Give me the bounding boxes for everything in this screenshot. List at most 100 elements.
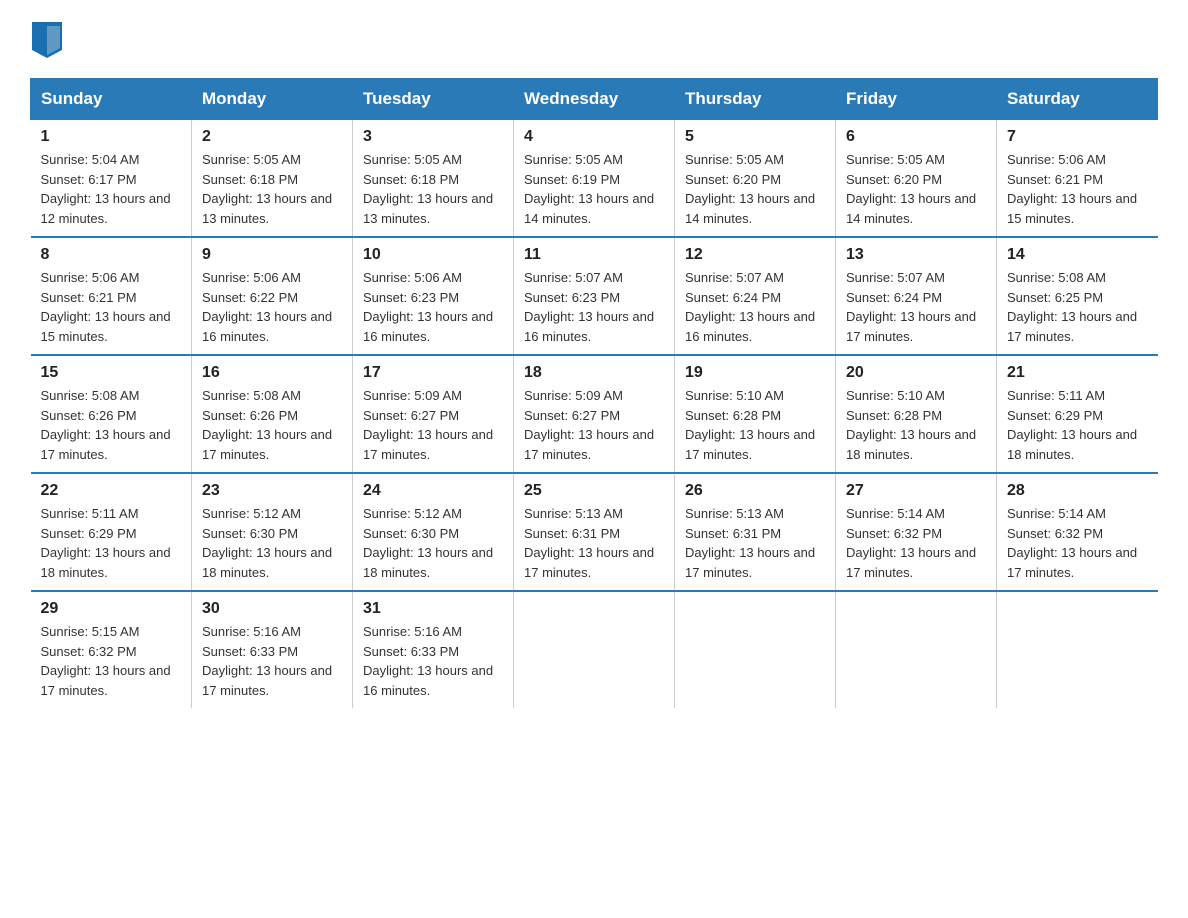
day-cell: 19 Sunrise: 5:10 AMSunset: 6:28 PMDaylig… [675, 355, 836, 473]
day-number: 6 [846, 128, 986, 146]
header-cell-monday: Monday [192, 79, 353, 120]
day-cell [514, 591, 675, 708]
header-cell-friday: Friday [836, 79, 997, 120]
day-cell: 7 Sunrise: 5:06 AMSunset: 6:21 PMDayligh… [997, 120, 1158, 238]
day-number: 15 [41, 364, 182, 382]
day-cell: 12 Sunrise: 5:07 AMSunset: 6:24 PMDaylig… [675, 237, 836, 355]
day-cell: 13 Sunrise: 5:07 AMSunset: 6:24 PMDaylig… [836, 237, 997, 355]
logo-text [30, 20, 62, 58]
page-header [30, 20, 1158, 58]
day-number: 29 [41, 600, 182, 618]
day-number: 3 [363, 128, 503, 146]
day-info: Sunrise: 5:09 AMSunset: 6:27 PMDaylight:… [524, 388, 654, 462]
logo [30, 20, 62, 58]
day-number: 17 [363, 364, 503, 382]
day-info: Sunrise: 5:14 AMSunset: 6:32 PMDaylight:… [1007, 506, 1137, 580]
day-number: 12 [685, 246, 825, 264]
day-number: 2 [202, 128, 342, 146]
day-info: Sunrise: 5:05 AMSunset: 6:18 PMDaylight:… [202, 152, 332, 226]
day-info: Sunrise: 5:10 AMSunset: 6:28 PMDaylight:… [846, 388, 976, 462]
day-number: 30 [202, 600, 342, 618]
day-number: 16 [202, 364, 342, 382]
header-cell-saturday: Saturday [997, 79, 1158, 120]
day-info: Sunrise: 5:13 AMSunset: 6:31 PMDaylight:… [524, 506, 654, 580]
day-info: Sunrise: 5:05 AMSunset: 6:20 PMDaylight:… [685, 152, 815, 226]
header-row: SundayMondayTuesdayWednesdayThursdayFrid… [31, 79, 1158, 120]
day-cell: 11 Sunrise: 5:07 AMSunset: 6:23 PMDaylig… [514, 237, 675, 355]
day-info: Sunrise: 5:08 AMSunset: 6:26 PMDaylight:… [41, 388, 171, 462]
day-number: 22 [41, 482, 182, 500]
day-cell: 20 Sunrise: 5:10 AMSunset: 6:28 PMDaylig… [836, 355, 997, 473]
logo-icon [32, 22, 62, 58]
day-cell: 10 Sunrise: 5:06 AMSunset: 6:23 PMDaylig… [353, 237, 514, 355]
day-info: Sunrise: 5:06 AMSunset: 6:21 PMDaylight:… [41, 270, 171, 344]
day-cell: 3 Sunrise: 5:05 AMSunset: 6:18 PMDayligh… [353, 120, 514, 238]
day-info: Sunrise: 5:15 AMSunset: 6:32 PMDaylight:… [41, 624, 171, 698]
week-row-4: 22 Sunrise: 5:11 AMSunset: 6:29 PMDaylig… [31, 473, 1158, 591]
day-info: Sunrise: 5:10 AMSunset: 6:28 PMDaylight:… [685, 388, 815, 462]
day-cell: 14 Sunrise: 5:08 AMSunset: 6:25 PMDaylig… [997, 237, 1158, 355]
header-cell-thursday: Thursday [675, 79, 836, 120]
day-cell: 16 Sunrise: 5:08 AMSunset: 6:26 PMDaylig… [192, 355, 353, 473]
day-info: Sunrise: 5:05 AMSunset: 6:20 PMDaylight:… [846, 152, 976, 226]
day-cell: 5 Sunrise: 5:05 AMSunset: 6:20 PMDayligh… [675, 120, 836, 238]
header-cell-wednesday: Wednesday [514, 79, 675, 120]
day-cell: 29 Sunrise: 5:15 AMSunset: 6:32 PMDaylig… [31, 591, 192, 708]
day-info: Sunrise: 5:05 AMSunset: 6:18 PMDaylight:… [363, 152, 493, 226]
week-row-3: 15 Sunrise: 5:08 AMSunset: 6:26 PMDaylig… [31, 355, 1158, 473]
day-cell: 28 Sunrise: 5:14 AMSunset: 6:32 PMDaylig… [997, 473, 1158, 591]
day-cell: 4 Sunrise: 5:05 AMSunset: 6:19 PMDayligh… [514, 120, 675, 238]
day-info: Sunrise: 5:06 AMSunset: 6:23 PMDaylight:… [363, 270, 493, 344]
day-number: 31 [363, 600, 503, 618]
day-number: 23 [202, 482, 342, 500]
day-number: 13 [846, 246, 986, 264]
day-number: 28 [1007, 482, 1148, 500]
day-cell: 22 Sunrise: 5:11 AMSunset: 6:29 PMDaylig… [31, 473, 192, 591]
day-number: 5 [685, 128, 825, 146]
day-cell: 8 Sunrise: 5:06 AMSunset: 6:21 PMDayligh… [31, 237, 192, 355]
week-row-2: 8 Sunrise: 5:06 AMSunset: 6:21 PMDayligh… [31, 237, 1158, 355]
day-cell: 1 Sunrise: 5:04 AMSunset: 6:17 PMDayligh… [31, 120, 192, 238]
day-number: 10 [363, 246, 503, 264]
day-cell: 27 Sunrise: 5:14 AMSunset: 6:32 PMDaylig… [836, 473, 997, 591]
calendar-body: 1 Sunrise: 5:04 AMSunset: 6:17 PMDayligh… [31, 120, 1158, 709]
day-cell: 6 Sunrise: 5:05 AMSunset: 6:20 PMDayligh… [836, 120, 997, 238]
day-info: Sunrise: 5:07 AMSunset: 6:24 PMDaylight:… [685, 270, 815, 344]
week-row-1: 1 Sunrise: 5:04 AMSunset: 6:17 PMDayligh… [31, 120, 1158, 238]
week-row-5: 29 Sunrise: 5:15 AMSunset: 6:32 PMDaylig… [31, 591, 1158, 708]
day-info: Sunrise: 5:13 AMSunset: 6:31 PMDaylight:… [685, 506, 815, 580]
day-info: Sunrise: 5:11 AMSunset: 6:29 PMDaylight:… [41, 506, 171, 580]
day-number: 25 [524, 482, 664, 500]
day-cell: 26 Sunrise: 5:13 AMSunset: 6:31 PMDaylig… [675, 473, 836, 591]
day-number: 26 [685, 482, 825, 500]
day-info: Sunrise: 5:12 AMSunset: 6:30 PMDaylight:… [363, 506, 493, 580]
day-info: Sunrise: 5:16 AMSunset: 6:33 PMDaylight:… [363, 624, 493, 698]
day-number: 19 [685, 364, 825, 382]
day-number: 4 [524, 128, 664, 146]
day-cell [997, 591, 1158, 708]
day-info: Sunrise: 5:08 AMSunset: 6:25 PMDaylight:… [1007, 270, 1137, 344]
day-cell [836, 591, 997, 708]
day-cell: 21 Sunrise: 5:11 AMSunset: 6:29 PMDaylig… [997, 355, 1158, 473]
day-cell [675, 591, 836, 708]
day-cell: 2 Sunrise: 5:05 AMSunset: 6:18 PMDayligh… [192, 120, 353, 238]
day-cell: 15 Sunrise: 5:08 AMSunset: 6:26 PMDaylig… [31, 355, 192, 473]
day-info: Sunrise: 5:16 AMSunset: 6:33 PMDaylight:… [202, 624, 332, 698]
day-number: 24 [363, 482, 503, 500]
day-number: 14 [1007, 246, 1148, 264]
day-info: Sunrise: 5:06 AMSunset: 6:21 PMDaylight:… [1007, 152, 1137, 226]
day-cell: 23 Sunrise: 5:12 AMSunset: 6:30 PMDaylig… [192, 473, 353, 591]
day-cell: 25 Sunrise: 5:13 AMSunset: 6:31 PMDaylig… [514, 473, 675, 591]
day-info: Sunrise: 5:07 AMSunset: 6:24 PMDaylight:… [846, 270, 976, 344]
day-number: 20 [846, 364, 986, 382]
day-info: Sunrise: 5:08 AMSunset: 6:26 PMDaylight:… [202, 388, 332, 462]
day-cell: 30 Sunrise: 5:16 AMSunset: 6:33 PMDaylig… [192, 591, 353, 708]
header-cell-tuesday: Tuesday [353, 79, 514, 120]
calendar-header: SundayMondayTuesdayWednesdayThursdayFrid… [31, 79, 1158, 120]
day-number: 11 [524, 246, 664, 264]
day-info: Sunrise: 5:14 AMSunset: 6:32 PMDaylight:… [846, 506, 976, 580]
calendar-table: SundayMondayTuesdayWednesdayThursdayFrid… [30, 78, 1158, 708]
day-cell: 24 Sunrise: 5:12 AMSunset: 6:30 PMDaylig… [353, 473, 514, 591]
day-cell: 9 Sunrise: 5:06 AMSunset: 6:22 PMDayligh… [192, 237, 353, 355]
header-cell-sunday: Sunday [31, 79, 192, 120]
